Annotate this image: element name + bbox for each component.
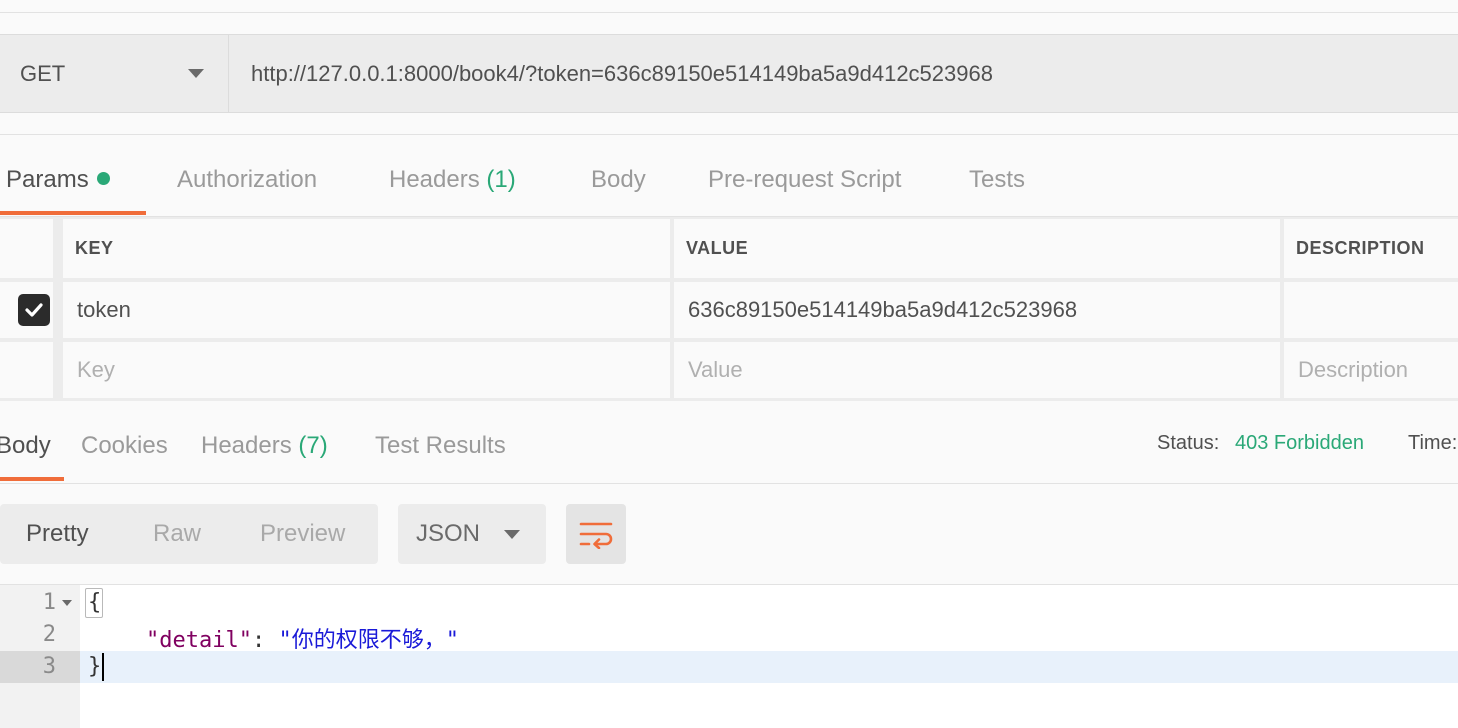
new-value-input[interactable]: Value: [674, 342, 1280, 398]
code-open-brace: {: [88, 590, 102, 615]
code-line-2: "detail": "你的权限不够，": [146, 622, 459, 654]
active-tab-underline: [0, 211, 146, 215]
new-key-input[interactable]: Key: [63, 342, 670, 398]
preview-button[interactable]: Preview: [260, 520, 345, 548]
method-label: GET: [20, 60, 66, 86]
line-number: 3: [42, 654, 56, 679]
column-header-description: DESCRIPTION: [1284, 219, 1458, 278]
method-select[interactable]: GET: [0, 35, 229, 112]
checkbox-column-header: [0, 219, 53, 278]
tab-cookies-label: Cookies: [81, 432, 168, 459]
param-value-input[interactable]: 636c89150e514149ba5a9d412c523968: [674, 282, 1280, 338]
tab-response-body[interactable]: Body: [0, 432, 51, 460]
format-select[interactable]: JSON: [398, 504, 546, 564]
time-label: Time:: [1408, 432, 1458, 454]
column-header-value: VALUE: [674, 219, 1280, 278]
tab-test-results[interactable]: Test Results: [375, 432, 506, 460]
param-description-input[interactable]: [1284, 282, 1458, 338]
tab-prerequest-label: Pre-request Script: [708, 166, 902, 193]
tab-cookies[interactable]: Cookies: [81, 432, 168, 460]
divider: [0, 134, 1458, 135]
row-enabled-checkbox[interactable]: [18, 294, 50, 326]
response-editor[interactable]: 1 2 3 { "detail": "你的权限不够，" }: [0, 584, 1458, 728]
active-line-highlight: [80, 651, 1458, 683]
url-input[interactable]: http://127.0.0.1:8000/book4/?token=636c8…: [229, 35, 1458, 112]
tab-response-headers-label: Headers: [201, 432, 292, 459]
tab-tests[interactable]: Tests: [969, 166, 1025, 194]
request-tabs: Params Authorization Headers (1) Body Pr…: [0, 150, 1458, 216]
fold-caret-icon[interactable]: [62, 600, 72, 606]
status-value: 403 Forbidden: [1235, 432, 1364, 454]
response-tabs: Body Cookies Headers (7) Test Results St…: [0, 410, 1458, 484]
active-dot-icon: [96, 172, 110, 186]
json-key: "detail": [146, 628, 252, 653]
tab-body[interactable]: Body: [591, 166, 646, 194]
wrap-lines-icon: [579, 522, 613, 549]
top-strip: [0, 0, 1458, 13]
tab-headers-label: Headers: [389, 166, 480, 193]
text-cursor: [102, 653, 104, 681]
wrap-lines-button[interactable]: [566, 504, 626, 564]
chevron-down-icon: [188, 69, 204, 78]
tab-authorization[interactable]: Authorization: [177, 166, 317, 194]
line-number: 1: [42, 590, 56, 615]
table-row-checkbox-cell: [0, 282, 53, 338]
tab-params-label: Params: [6, 166, 89, 193]
code-close-brace: }: [88, 654, 102, 679]
tab-body-label: Body: [591, 166, 646, 193]
table-row-checkbox-cell: [0, 342, 53, 398]
tab-params[interactable]: Params: [6, 166, 110, 194]
json-colon: :: [251, 628, 279, 653]
divider: [0, 483, 1458, 484]
tab-tests-label: Tests: [969, 166, 1026, 193]
json-string-value: "你的权限不够，": [278, 628, 459, 653]
raw-button[interactable]: Raw: [153, 520, 201, 548]
pretty-button[interactable]: Pretty: [26, 520, 89, 548]
format-label: JSON: [416, 520, 481, 547]
tab-headers[interactable]: Headers (1): [389, 166, 516, 194]
tab-response-headers-count: (7): [298, 432, 328, 459]
tab-headers-count: (1): [486, 166, 516, 193]
request-bar: GET http://127.0.0.1:8000/book4/?token=6…: [0, 34, 1458, 113]
checkmark-icon: [25, 303, 43, 317]
param-key-input[interactable]: token: [63, 282, 670, 338]
chevron-down-icon: [504, 529, 520, 539]
tab-prerequest-script[interactable]: Pre-request Script: [708, 166, 901, 194]
tab-response-body-label: Body: [0, 432, 51, 459]
view-mode-group: Pretty Raw Preview: [0, 504, 378, 564]
tab-response-headers[interactable]: Headers (7): [201, 432, 328, 460]
active-tab-underline: [0, 477, 64, 481]
params-table: KEY VALUE DESCRIPTION token 636c89150e51…: [0, 217, 1458, 401]
status-label: Status:: [1157, 432, 1220, 454]
line-number: 2: [42, 622, 56, 647]
column-header-key: KEY: [63, 219, 670, 278]
new-description-input[interactable]: Description: [1284, 342, 1458, 398]
tab-test-results-label: Test Results: [375, 432, 506, 459]
tab-authorization-label: Authorization: [177, 166, 318, 193]
